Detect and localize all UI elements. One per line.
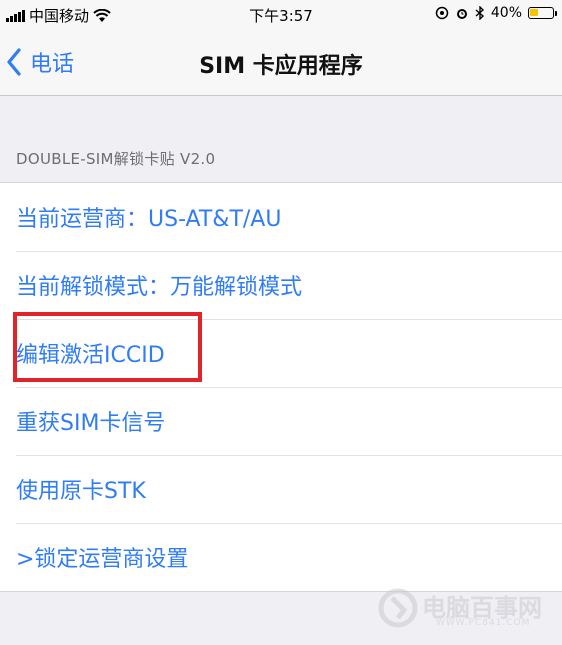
menu-item-use-original-stk[interactable]: 使用原卡STK [0,455,562,523]
menu-list: 当前运营商：US-AT&T/AU 当前解锁模式：万能解锁模式 编辑激活ICCID… [0,182,562,592]
section-header: DOUBLE-SIM解锁卡贴 V2.0 [16,150,216,168]
status-bar: 中国移动 下午3:57 40% [0,0,562,28]
menu-item-label: 重获SIM卡信号 [16,411,166,436]
menu-item-label: 使用原卡STK [16,479,146,504]
menu-item-edit-iccid[interactable]: 编辑激活ICCID [0,319,562,387]
location-icon [435,6,449,20]
menu-item-label: 当前运营商：US-AT&T/AU [16,207,282,232]
watermark-logo-icon [378,588,418,628]
battery-percent: 40% [490,5,522,21]
menu-item-label: 当前解锁模式：万能解锁模式 [16,275,303,300]
menu-item-unlock-mode[interactable]: 当前解锁模式：万能解锁模式 [0,251,562,319]
menu-item-current-carrier[interactable]: 当前运营商：US-AT&T/AU [0,183,562,251]
battery-fill [530,9,538,16]
status-right: 40% [435,5,557,21]
watermark: 电脑百事网 WWW.PC841.COM [378,586,558,636]
watermark-url: WWW.PC841.COM [436,618,531,628]
page-title: SIM 卡应用程序 [199,54,363,79]
menu-item-lock-carrier-settings[interactable]: >锁定运营商设置 [0,523,562,591]
menu-item-recover-signal[interactable]: 重获SIM卡信号 [0,387,562,455]
menu-item-label: 编辑激活ICCID [16,343,165,368]
bluetooth-icon [475,6,484,20]
alarm-icon [456,9,467,19]
menu-item-label: >锁定运营商设置 [16,547,189,572]
nav-bar: 电话 SIM 卡应用程序 [0,28,562,96]
battery-icon [528,7,557,19]
